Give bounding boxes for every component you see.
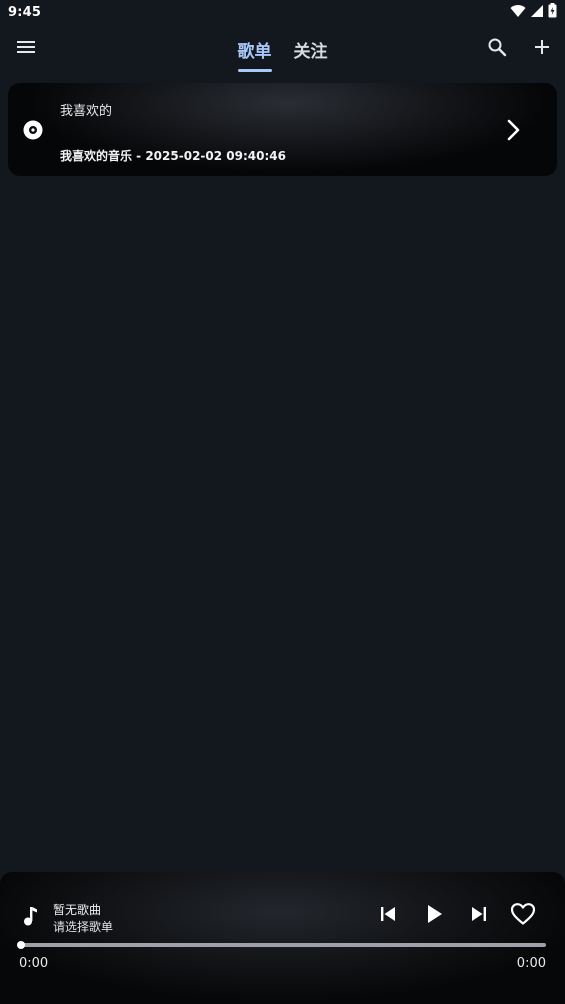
tab-label: 关注 (293, 42, 328, 62)
tab-playlists[interactable]: 歌单 (237, 24, 272, 76)
song-subtitle: 请选择歌单 (53, 920, 114, 934)
menu-icon (16, 39, 36, 59)
signal-icon (530, 3, 544, 22)
song-title: 暂无歌曲 (53, 903, 102, 917)
top-app-bar: 歌单 关注 (0, 24, 565, 76)
tab-following[interactable]: 关注 (294, 24, 328, 76)
player-bar: 暂无歌曲 请选择歌单 0:00 0:00 (0, 872, 565, 1004)
previous-button[interactable] (375, 903, 401, 929)
status-bar: 9:45 (0, 0, 565, 24)
playlist-title: 我喜欢的 (60, 104, 113, 119)
play-icon (424, 903, 444, 929)
tab-bar: 歌单 关注 (0, 24, 565, 76)
skip-previous-icon (378, 904, 398, 928)
playlist-subtitle: 我喜欢的音乐 - 2025-02-02 09:40:46 (60, 149, 286, 163)
app-screen: 9:45 歌单 关注 我喜欢的 我喜欢的音乐 - 2025-02-02 09:4… (0, 0, 565, 1004)
status-icons (510, 2, 557, 22)
wifi-icon (510, 3, 526, 22)
heart-icon (510, 902, 536, 930)
add-button[interactable] (530, 37, 554, 61)
menu-button[interactable] (12, 36, 40, 62)
skip-next-icon (469, 904, 489, 928)
next-button[interactable] (466, 903, 492, 929)
total-time: 0:00 (516, 956, 546, 971)
tab-indicator (237, 69, 272, 72)
status-time: 9:45 (8, 4, 42, 20)
music-note-icon (20, 905, 40, 927)
progress-thumb[interactable] (17, 941, 25, 949)
progress-bar[interactable] (20, 943, 546, 947)
chevron-right-icon[interactable] (502, 117, 526, 143)
disc-icon (23, 120, 43, 140)
search-icon (487, 37, 507, 61)
play-button[interactable] (421, 903, 447, 929)
playlist-card[interactable]: 我喜欢的 我喜欢的音乐 - 2025-02-02 09:40:46 (8, 83, 557, 176)
search-button[interactable] (485, 37, 509, 61)
battery-icon (548, 2, 557, 22)
favorite-button[interactable] (509, 902, 537, 930)
current-time: 0:00 (19, 956, 49, 971)
add-icon (533, 38, 551, 60)
tab-label: 歌单 (237, 42, 272, 62)
